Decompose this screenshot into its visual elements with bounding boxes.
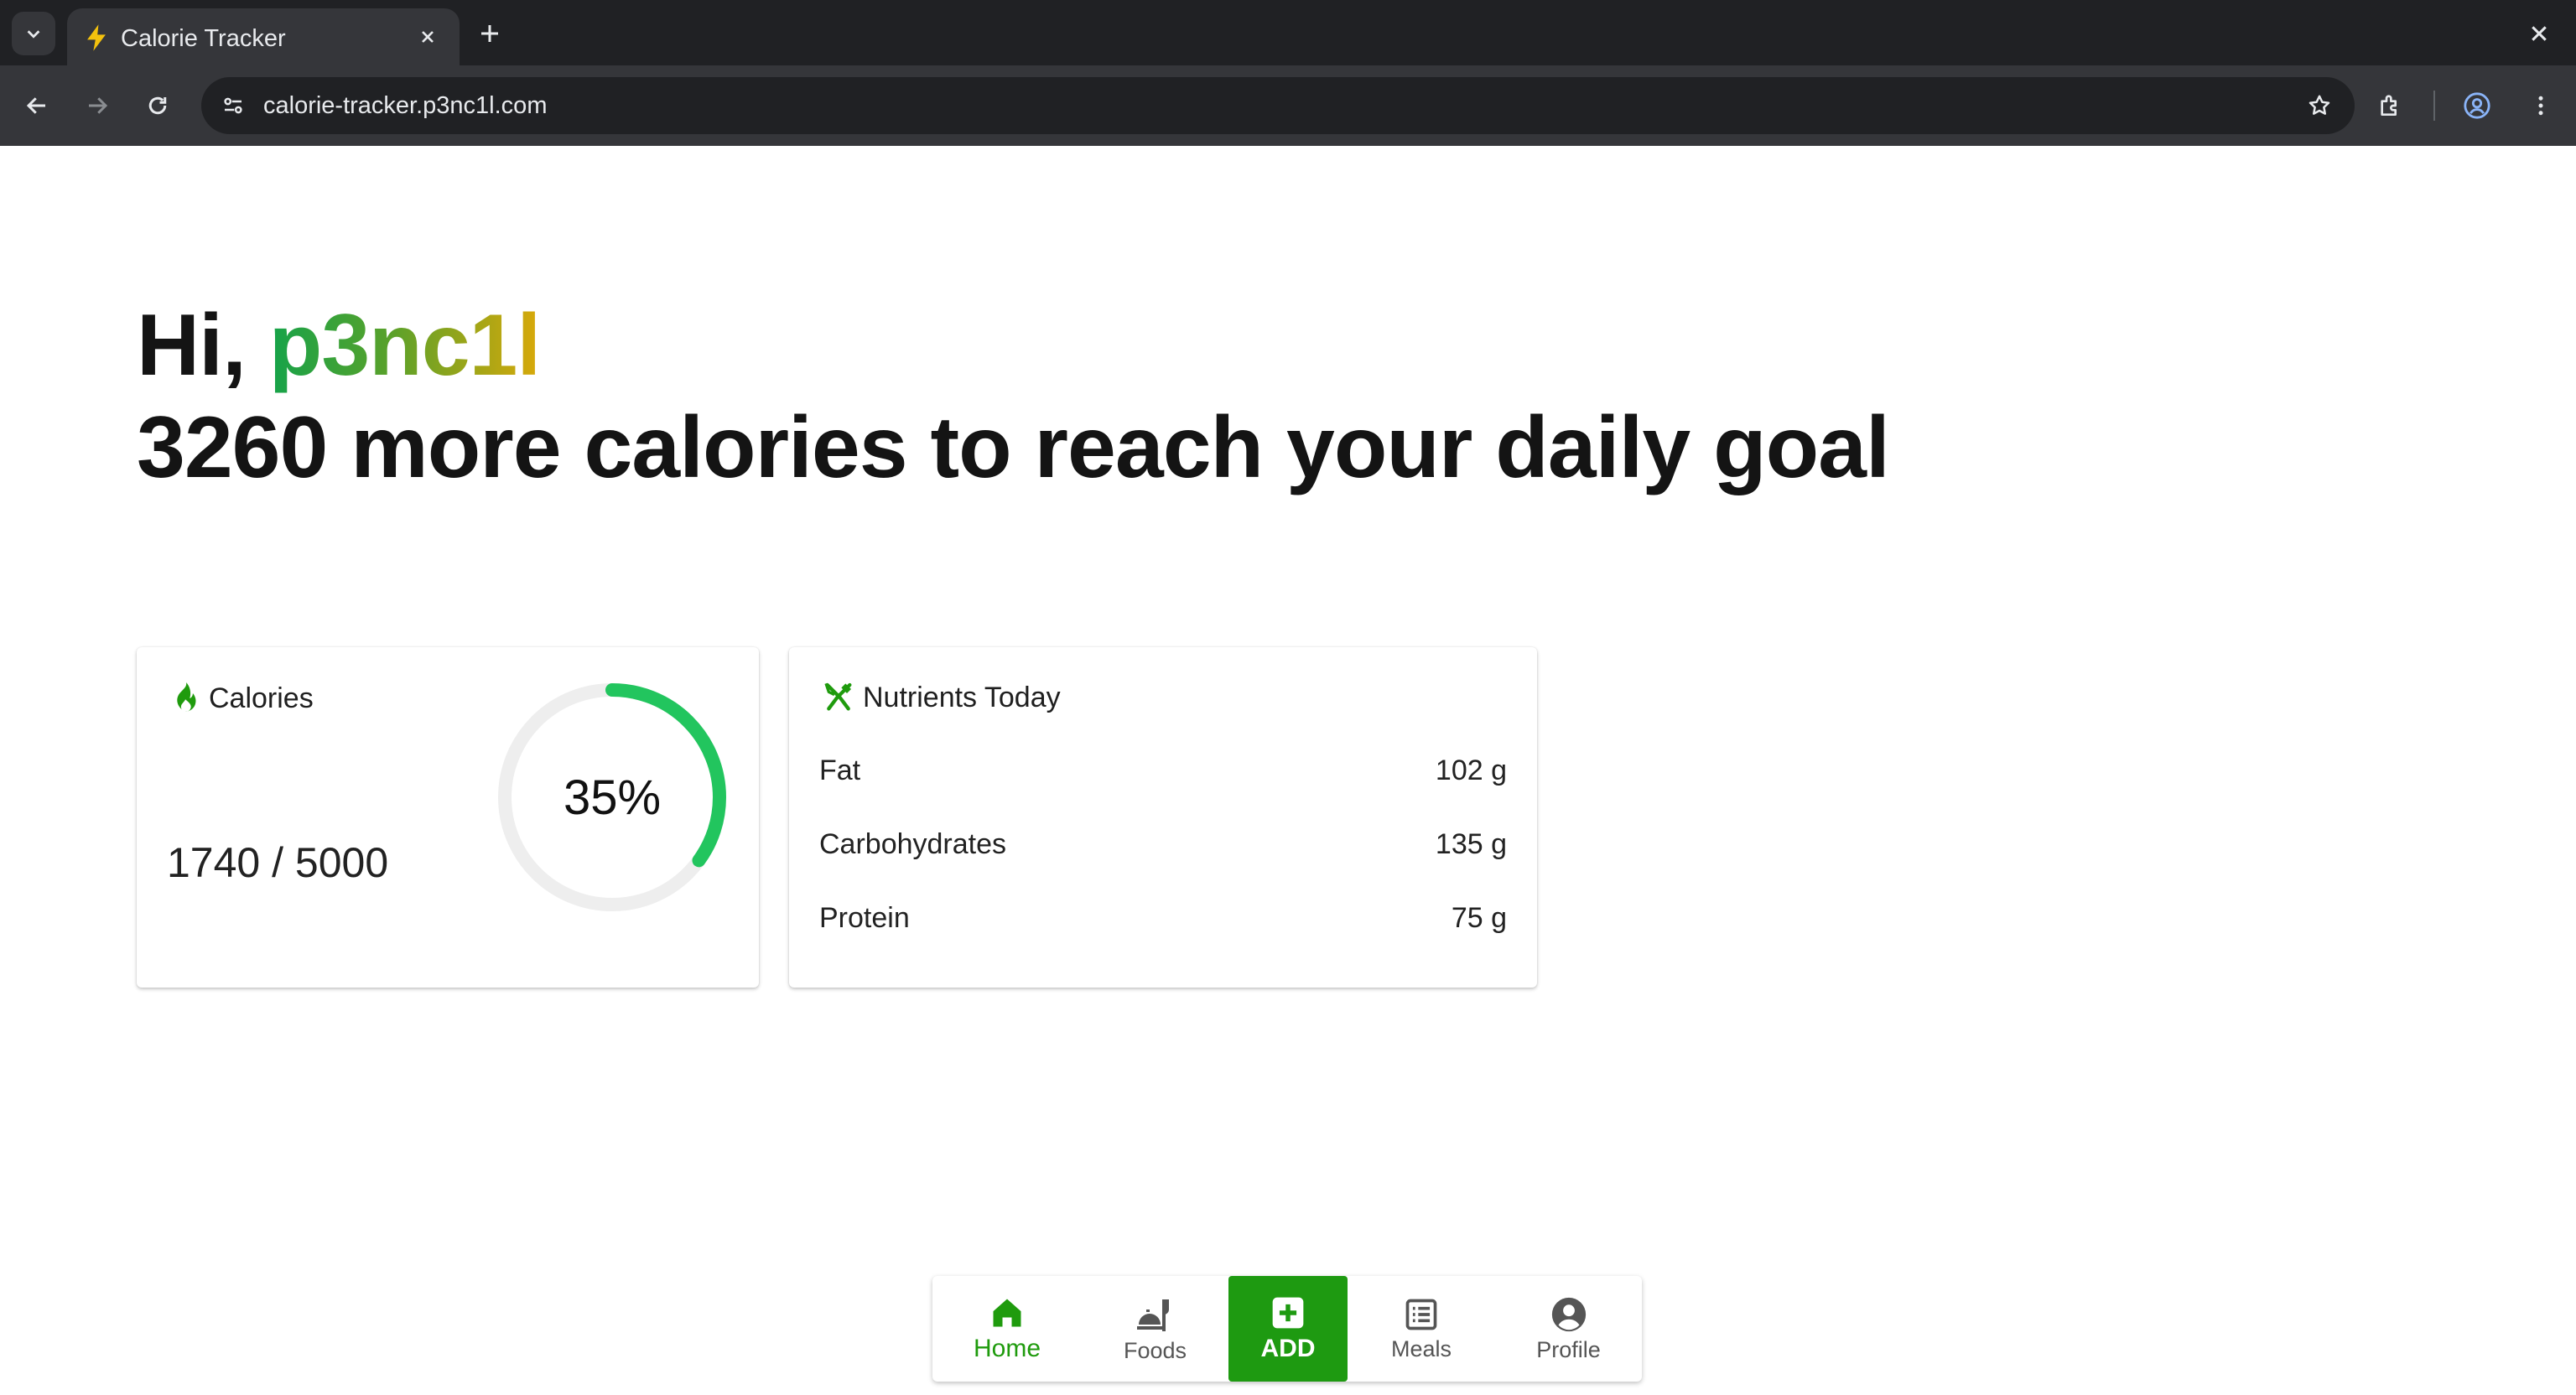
nav-foods-label: Foods bbox=[1123, 1337, 1187, 1363]
bookmark-button[interactable] bbox=[2303, 89, 2336, 122]
home-icon bbox=[993, 1299, 1021, 1327]
nutrient-name: Protein bbox=[819, 902, 910, 934]
back-icon bbox=[26, 97, 45, 114]
flame-icon bbox=[177, 682, 196, 712]
window-close-button[interactable] bbox=[2524, 18, 2554, 49]
nav-foods[interactable]: Foods bbox=[1082, 1276, 1228, 1382]
calories-card: Calories 1740 / 5000 35% bbox=[137, 647, 759, 988]
nav-home-label: Home bbox=[973, 1335, 1041, 1362]
menu-icon bbox=[2538, 96, 2543, 116]
plus-icon bbox=[481, 25, 498, 42]
reload-button[interactable] bbox=[138, 86, 178, 126]
back-button[interactable] bbox=[17, 86, 57, 126]
extensions-button[interactable] bbox=[2370, 86, 2410, 126]
nav-add-label: ADD bbox=[1260, 1335, 1316, 1362]
tab-close-button[interactable] bbox=[414, 23, 441, 50]
star-icon bbox=[2309, 95, 2330, 115]
nav-profile[interactable]: Profile bbox=[1495, 1276, 1642, 1382]
calories-remaining-headline: 3260 more calories to reach your daily g… bbox=[137, 399, 1890, 496]
chevron-down-icon bbox=[27, 30, 40, 39]
username: p3nc1l bbox=[268, 297, 541, 394]
foods-icon bbox=[1136, 1299, 1169, 1331]
tab-title: Calorie Tracker bbox=[121, 25, 286, 52]
calories-percent: 35% bbox=[563, 770, 662, 825]
nutrient-name: Carbohydrates bbox=[819, 828, 1007, 860]
tab-search-button[interactable] bbox=[12, 12, 55, 55]
nutrients-card-title: Nutrients Today bbox=[863, 681, 1061, 713]
calories-card-title: Calories bbox=[209, 682, 314, 714]
forward-button[interactable] bbox=[77, 86, 117, 126]
nutrient-value: 135 g bbox=[1435, 828, 1507, 860]
reload-icon bbox=[148, 96, 167, 115]
calories-value: 1740 / 5000 bbox=[167, 839, 389, 886]
extensions-icon bbox=[2381, 95, 2397, 116]
nav-meals[interactable]: Meals bbox=[1348, 1276, 1495, 1382]
calories-card-header: Calories bbox=[170, 681, 314, 716]
fork-knife-icon bbox=[824, 682, 852, 711]
nav-add-button[interactable]: ADD bbox=[1228, 1276, 1348, 1382]
address-bar[interactable]: calorie-tracker.p3nc1l.com bbox=[201, 77, 2355, 134]
profile-button[interactable] bbox=[2457, 86, 2497, 126]
nav-profile-label: Profile bbox=[1536, 1336, 1601, 1362]
close-icon bbox=[422, 31, 434, 43]
nav-meals-label: Meals bbox=[1390, 1335, 1452, 1361]
browser-toolbar: calorie-tracker.p3nc1l.com bbox=[0, 65, 2576, 146]
nutrient-row-protein: Protein 75 g bbox=[819, 902, 1507, 935]
nutrient-row-fat: Fat 102 g bbox=[819, 755, 1507, 787]
toolbar-separator bbox=[2433, 91, 2435, 121]
greeting: Hi, p3nc1l bbox=[137, 295, 541, 396]
nutrient-value: 102 g bbox=[1435, 755, 1507, 786]
nav-home[interactable]: Home bbox=[932, 1276, 1082, 1382]
browser-menu-button[interactable] bbox=[2521, 86, 2561, 126]
nutrient-row-carbohydrates: Carbohydrates 135 g bbox=[819, 828, 1507, 861]
bolt-favicon-icon bbox=[87, 24, 106, 51]
list-icon bbox=[1405, 1299, 1437, 1330]
profile-icon bbox=[2464, 92, 2490, 119]
bottom-navigation: Home Foods ADD Meals Profile bbox=[932, 1276, 1642, 1382]
url-text: calorie-tracker.p3nc1l.com bbox=[263, 92, 548, 119]
new-tab-button[interactable] bbox=[475, 18, 505, 49]
site-info-button[interactable] bbox=[216, 89, 250, 122]
account-circle-icon bbox=[1551, 1297, 1586, 1331]
browser-tabstrip: Calorie Tracker bbox=[0, 0, 2576, 65]
nutrients-card-header: Nutrients Today bbox=[821, 681, 1061, 714]
site-info-icon bbox=[224, 97, 242, 114]
nutrient-name: Fat bbox=[819, 755, 861, 786]
nutrients-card: Nutrients Today Fat 102 g Carbohydrates … bbox=[789, 647, 1537, 988]
greeting-prefix: Hi, bbox=[137, 297, 269, 394]
add-box-icon bbox=[1272, 1297, 1304, 1329]
forward-icon bbox=[89, 97, 108, 114]
close-icon bbox=[2532, 26, 2547, 41]
browser-tab[interactable]: Calorie Tracker bbox=[67, 8, 460, 65]
nutrient-value: 75 g bbox=[1451, 902, 1507, 934]
